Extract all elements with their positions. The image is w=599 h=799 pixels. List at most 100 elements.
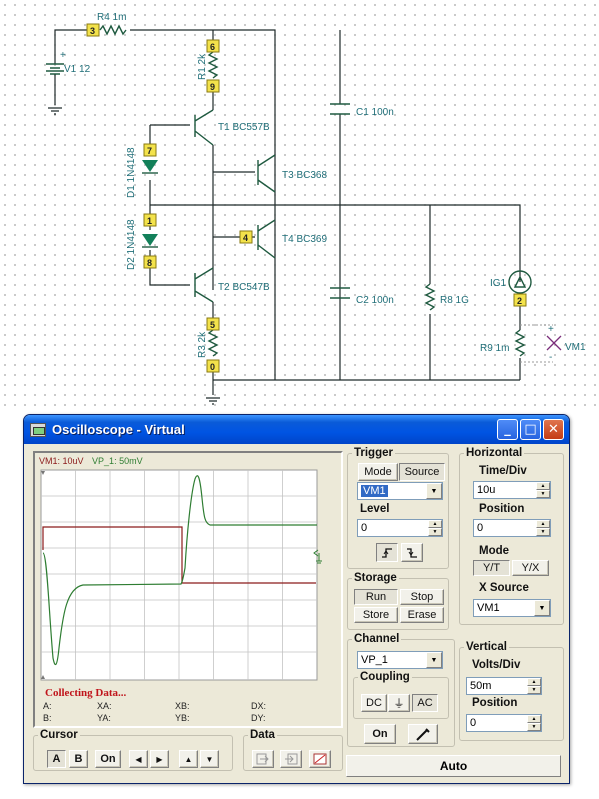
mode-yt-button[interactable]: Y/T [473,560,510,576]
data-legend: Data [250,729,275,741]
coupling-ground-button[interactable]: ⏚ [388,694,410,712]
cursor-down-button[interactable]: ▼ [200,750,219,768]
increment-icon[interactable]: ▲ [527,678,541,686]
oscilloscope-window: Oscilloscope - Virtual _ □ ✕ VM1: 10uV V… [23,414,570,784]
increment-icon[interactable]: ▲ [536,482,550,490]
coupling-ac-button[interactable]: AC [412,694,438,712]
svg-text:6: 6 [210,42,215,52]
vertical-legend: Vertical [466,641,507,653]
svg-text:4: 4 [243,233,248,243]
storage-run-button[interactable]: Run [354,589,398,605]
data-plot-icon[interactable] [309,750,331,768]
resistor-r3 [207,329,219,357]
svg-text:8: 8 [147,258,152,268]
close-button[interactable]: ✕ [543,419,564,440]
transistor-t4 [257,219,276,259]
label-r9: R9 1m [480,343,509,354]
voltmeter-vm1 [546,335,562,351]
cursor-up-button[interactable]: ▲ [179,750,198,768]
x-source-label: X Source [479,582,529,594]
label-t3: T3 BC368 [282,170,327,181]
readout-dx: DX: [251,701,267,711]
decrement-icon[interactable]: ▼ [536,528,550,536]
chevron-down-icon[interactable]: ▼ [426,483,442,499]
trigger-falling-edge-button[interactable] [401,543,423,562]
decrement-icon[interactable]: ▼ [428,528,442,536]
chevron-down-icon[interactable]: ▼ [534,600,550,616]
label-t4: T4 BC369 [282,234,327,245]
svg-text:9: 9 [210,82,215,92]
time-div-label: Time/Div [479,465,527,477]
cursor-left-button[interactable]: ◀ [129,750,148,768]
increment-icon[interactable]: ▲ [536,520,550,528]
svg-text:1: 1 [147,216,152,226]
oscilloscope-app-icon [30,422,46,437]
auto-button[interactable]: Auto [346,755,561,777]
trigger-level-input[interactable]: 0 ▲ ▼ [357,519,443,537]
h-position-input[interactable]: 0 ▲ ▼ [473,519,551,537]
storage-erase-button[interactable]: Erase [400,607,444,623]
node-2: 2 [513,293,527,307]
scope-screen[interactable] [35,453,341,726]
minimize-button[interactable]: _ [497,419,518,440]
svg-text:0: 0 [210,362,215,372]
coupling-dc-button[interactable]: DC [361,694,387,712]
trigger-source-select[interactable]: VM1 ▼ [357,482,443,500]
title-bar[interactable]: Oscilloscope - Virtual _ □ ✕ [24,415,569,444]
increment-icon[interactable]: ▲ [527,715,541,723]
x-source-select[interactable]: VM1 ▼ [473,599,551,617]
node-6: 6 [206,39,220,53]
decrement-icon[interactable]: ▼ [536,490,550,498]
ground-symbol-2 [206,397,220,405]
chevron-down-icon[interactable]: ▼ [426,652,442,668]
v-position-input[interactable]: 0 ▲ ▼ [466,714,542,732]
cursor-b-button[interactable]: B [69,750,88,768]
svg-text:2: 2 [517,296,522,306]
node-9: 9 [206,79,220,93]
resistor-r9 [514,329,526,357]
mode-yx-button[interactable]: Y/X [512,560,549,576]
cursor-a-button[interactable]: A [47,750,66,768]
channel-on-button[interactable]: On [364,724,396,744]
storage-stop-button[interactable]: Stop [400,589,444,605]
data-export-icon[interactable] [280,750,302,768]
node-1: 1 [143,213,157,227]
node-3: 3 [86,23,100,37]
scope-display[interactable]: VM1: 10uV VP_1: 50mV Collecting Data... … [33,451,343,728]
time-div-input[interactable]: 10u ▲ ▼ [473,481,551,499]
h-position-label: Position [479,503,525,515]
label-d1: D1 1N4148 [126,147,137,198]
coupling-legend: Coupling [360,671,410,683]
status-message: Collecting Data... [45,687,127,699]
volts-div-input[interactable]: 50m ▲ ▼ [466,677,542,695]
trigger-source-button[interactable]: Source [399,463,445,481]
label-d2: D2 1N4148 [126,219,137,270]
label-r4: R4 1m [97,12,126,23]
label-c2: C2 100n [356,295,394,306]
decrement-icon[interactable]: ▼ [527,723,541,731]
cursor-right-button[interactable]: ▶ [150,750,169,768]
h-mode-label: Mode [479,545,510,557]
probe-color-button[interactable] [408,724,438,744]
cursor-on-button[interactable]: On [95,750,121,768]
increment-icon[interactable]: ▲ [428,520,442,528]
node-8: 8 [143,255,157,269]
transistor-t2 [194,267,214,303]
diode-d2 [142,234,158,246]
capacitor-c1 [330,103,350,115]
trigger-mode-button[interactable]: Mode [358,463,398,481]
horizontal-legend: Horizontal [466,447,523,459]
label-vm1: VM1 [565,342,586,353]
data-import-icon[interactable] [252,750,274,768]
decrement-icon[interactable]: ▼ [527,686,541,694]
readout-xa: XA: [97,701,112,711]
storage-store-button[interactable]: Store [354,607,398,623]
volts-div-label: Volts/Div [472,659,521,671]
readout-ya: YA: [97,713,111,723]
battery-v1 [46,63,64,75]
schematic-canvas[interactable]: 3 6 9 7 1 8 4 5 0 2 R4 1m + V1 12 R1 2k … [0,0,599,410]
channel-select[interactable]: VP_1 ▼ [357,651,443,669]
trigger-rising-edge-button[interactable] [376,543,398,562]
maximize-button[interactable]: □ [520,419,541,440]
falling-edge-icon [407,547,417,558]
